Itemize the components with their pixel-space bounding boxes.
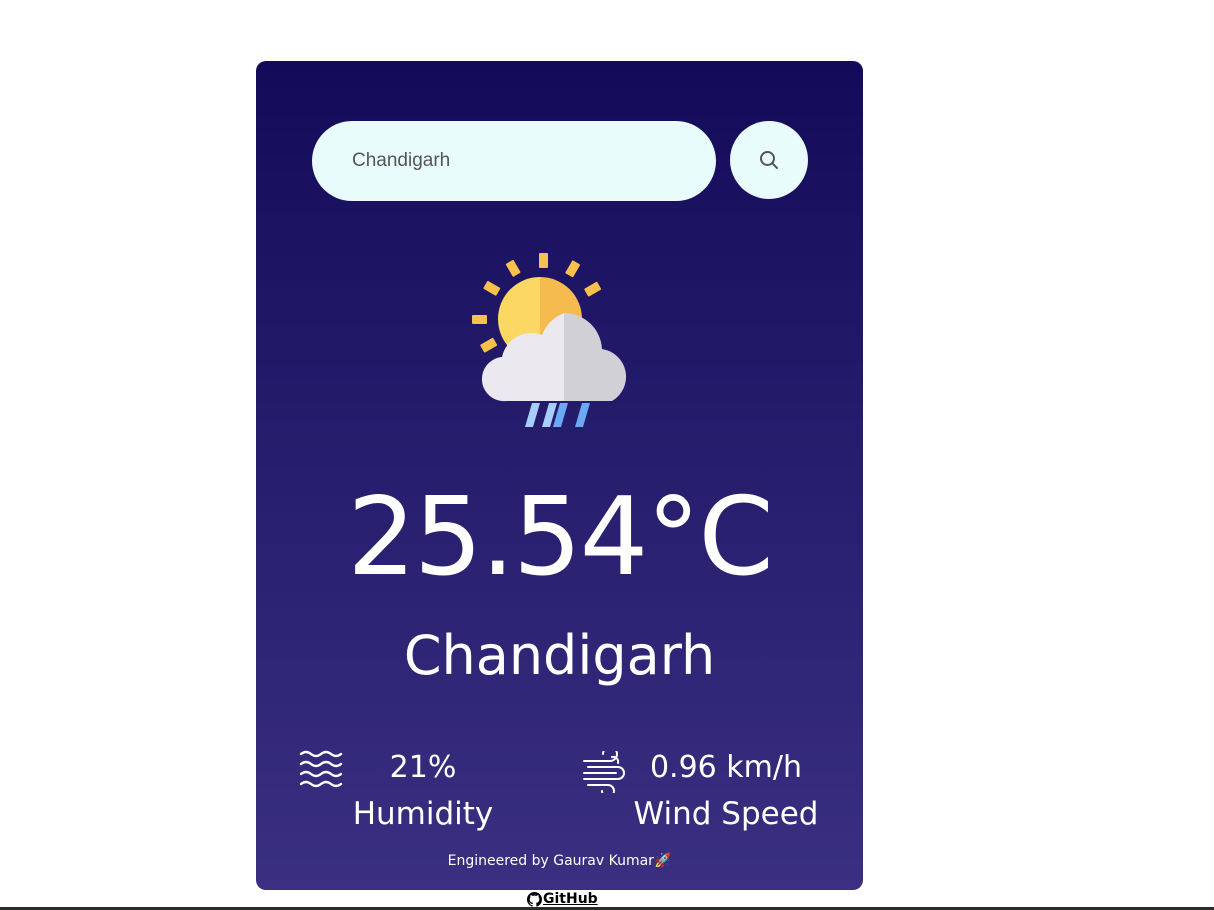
wind-icon — [583, 751, 625, 793]
humidity-waves-icon — [299, 750, 343, 788]
humidity-value: 21% — [389, 750, 457, 785]
search-button[interactable] — [730, 121, 808, 199]
github-label: GitHub — [543, 891, 598, 907]
temperature-value: 25.54°C — [347, 475, 774, 600]
search-icon — [760, 151, 778, 169]
page: 25.54°C Chandigarh 21% Humidity 0.96 km/… — [0, 0, 1214, 910]
weather-card: 25.54°C Chandigarh 21% Humidity 0.96 km/… — [256, 61, 863, 890]
search-input[interactable] — [312, 121, 716, 201]
github-link[interactable]: GitHub — [527, 889, 598, 909]
credit-text: Engineered by Gaurav Kumar🚀 — [447, 853, 672, 869]
wind-speed-label: Wind Speed — [633, 796, 819, 832]
github-icon — [527, 891, 542, 907]
city-name: Chandigarh — [403, 624, 716, 687]
humidity-label: Humidity — [352, 796, 494, 832]
sun-cloud-rain-icon — [472, 253, 627, 427]
wind-speed-value: 0.96 km/h — [649, 750, 803, 785]
